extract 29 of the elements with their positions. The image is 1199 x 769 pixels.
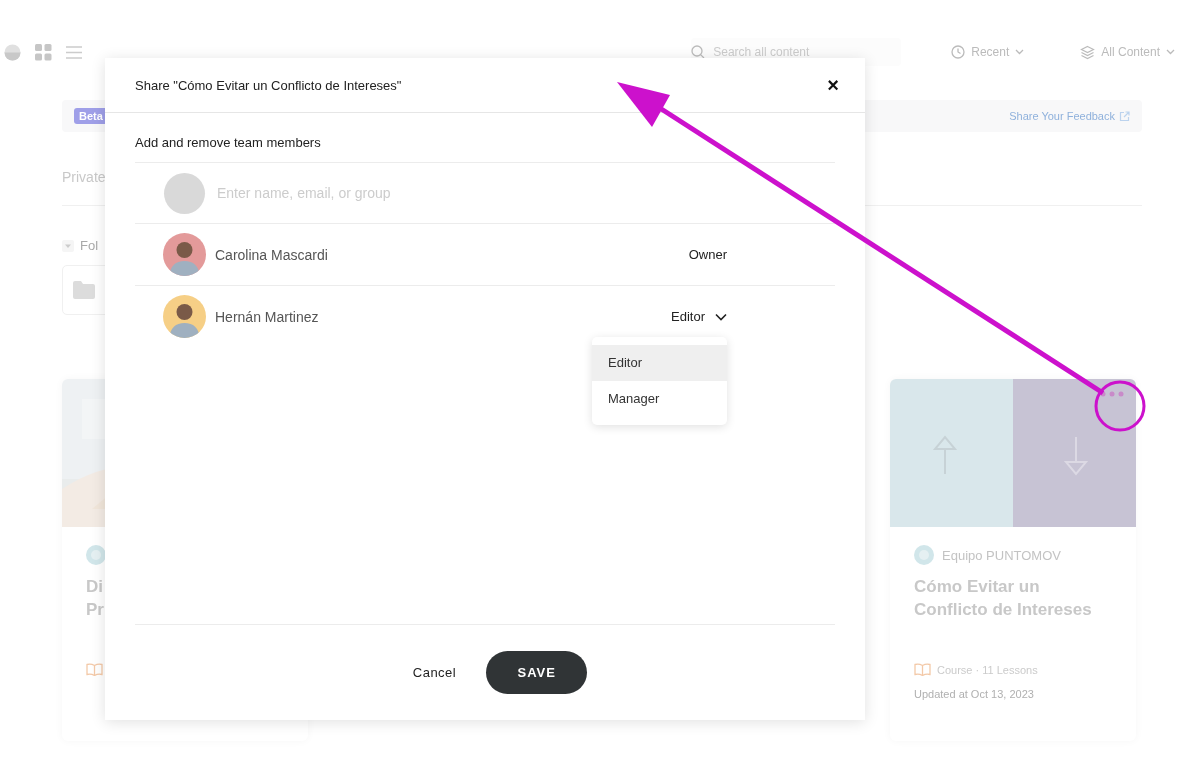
member-role: Owner xyxy=(688,247,727,262)
avatar-placeholder xyxy=(164,172,205,214)
chevron-down-icon xyxy=(715,312,727,321)
cancel-button[interactable]: Cancel xyxy=(412,657,457,688)
beta-badge: Beta xyxy=(74,108,108,124)
dialog-title: Share "Cómo Evitar un Conflicto de Intereses" xyxy=(135,77,403,93)
half-circle-icon[interactable] xyxy=(4,43,21,61)
updated-date: Updated at Oct 13, 2023 xyxy=(914,688,1035,700)
member-name: Hernán Martinez xyxy=(215,308,320,325)
more-icon[interactable] xyxy=(1100,391,1124,397)
member-name: Carolina Mascardi xyxy=(215,246,329,263)
author-name: Equipo PUNTOMOV xyxy=(942,547,1061,563)
folder-icon xyxy=(73,281,95,299)
team-logo-icon xyxy=(914,545,934,565)
caret-down-icon[interactable] xyxy=(62,239,74,252)
highlight-circle xyxy=(1094,380,1146,432)
team-logo-icon xyxy=(86,545,106,565)
save-button[interactable]: SAVE xyxy=(486,651,588,694)
menu-item[interactable]: Manager xyxy=(592,381,727,417)
external-link-icon xyxy=(1119,110,1130,122)
list-view-icon[interactable] xyxy=(66,45,82,59)
book-icon xyxy=(86,663,103,676)
folders-label: Fol xyxy=(80,238,99,253)
role-dropdown[interactable]: Editor xyxy=(671,309,727,324)
book-icon xyxy=(914,663,931,676)
section-label: Add and remove team members xyxy=(135,135,322,150)
close-button[interactable]: × xyxy=(823,73,843,97)
grid-view-icon[interactable] xyxy=(35,43,52,61)
menu-item[interactable]: Editor xyxy=(592,345,727,381)
